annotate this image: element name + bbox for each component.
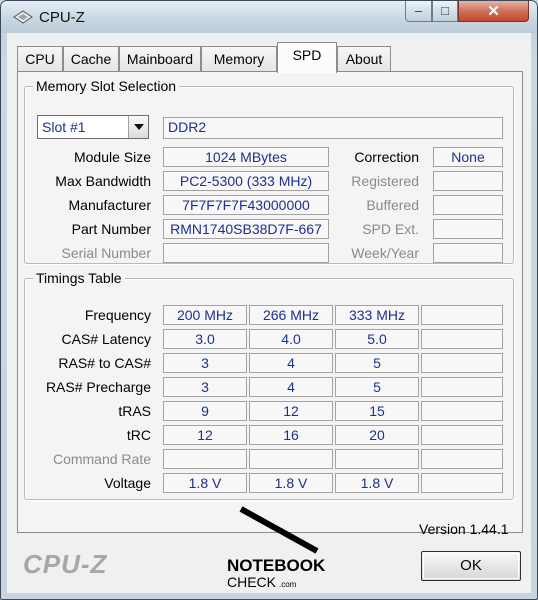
client-area: CPU Cache Mainboard Memory SPD About Mem… (7, 33, 531, 593)
notebookcheck-watermark: NOTEBOOK CHECK .com (227, 506, 326, 590)
timings-group-title: Timings Table (33, 270, 125, 286)
timing-cell (163, 449, 247, 469)
tab-memory[interactable]: Memory (201, 46, 277, 72)
minimize-icon: – (414, 3, 423, 18)
watermark-line2: CHECK (227, 574, 277, 590)
timing-cell: 5 (335, 377, 419, 397)
spd-ext-label: SPD Ext. (362, 221, 419, 237)
window-title: CPU-Z (39, 9, 85, 26)
watermark-suffix: .com (279, 580, 297, 589)
memory-slot-group-title: Memory Slot Selection (33, 78, 180, 94)
timing-cell (421, 425, 503, 445)
spd-ext-field (433, 219, 503, 239)
timing-cell: 200 MHz (163, 305, 247, 325)
timing-cell: 1.8 V (249, 473, 333, 493)
timing-row-label: Frequency (84, 307, 151, 323)
timing-row-label: RAS# to CAS# (58, 355, 151, 371)
manufacturer-field: 7F7F7F7F43000000 (163, 195, 329, 215)
timing-cell: 3 (163, 353, 247, 373)
ok-button[interactable]: OK (421, 551, 521, 581)
registered-field (433, 171, 503, 191)
tab-about[interactable]: About (337, 46, 391, 72)
serial-number-field (163, 243, 329, 263)
app-icon (13, 10, 33, 24)
part-number-label: Part Number (71, 221, 151, 237)
minimize-button[interactable]: – (405, 1, 432, 22)
timing-cell (421, 377, 503, 397)
memory-slot-group: Memory Slot Selection Slot #1 DDR2 Modul… (24, 78, 514, 264)
timing-cell: 9 (163, 401, 247, 421)
timing-cell (421, 353, 503, 373)
timing-cell (249, 449, 333, 469)
correction-field: None (433, 147, 503, 167)
timing-row-label: RAS# Precharge (45, 379, 151, 395)
timing-cell: 4 (249, 377, 333, 397)
timing-row-label: Voltage (104, 475, 151, 491)
timing-cell: 12 (163, 425, 247, 445)
tab-cpu[interactable]: CPU (17, 46, 63, 72)
module-size-field: 1024 MBytes (163, 147, 329, 167)
tab-mainboard[interactable]: Mainboard (119, 46, 201, 72)
part-number-field: RMN1740SB38D7F-667 (163, 219, 329, 239)
correction-label: Correction (354, 149, 419, 165)
timing-cell: 333 MHz (335, 305, 419, 325)
timing-cell (421, 401, 503, 421)
memory-type-field: DDR2 (163, 117, 503, 139)
module-size-label: Module Size (73, 149, 151, 165)
slot-select[interactable]: Slot #1 (37, 115, 149, 139)
close-icon: ✕ (487, 3, 500, 20)
window-controls: – □ ✕ (405, 1, 529, 23)
cpuz-window: CPU-Z – □ ✕ CPU Cache Mainboard Memory S… (0, 0, 538, 600)
timing-cell: 5 (335, 353, 419, 373)
week-year-label: Week/Year (351, 245, 419, 261)
timing-cell: 3 (163, 377, 247, 397)
max-bandwidth-label: Max Bandwidth (55, 173, 151, 189)
serial-number-label: Serial Number (61, 245, 151, 261)
manufacturer-label: Manufacturer (68, 197, 151, 213)
timings-group: Timings Table Frequency 200 MHz 266 MHz 333… (24, 270, 514, 500)
close-button[interactable]: ✕ (458, 1, 529, 22)
timing-cell (421, 449, 503, 469)
timing-cell: 20 (335, 425, 419, 445)
timing-cell (421, 305, 503, 325)
timing-cell: 4.0 (249, 329, 333, 349)
timing-cell (421, 329, 503, 349)
timing-cell: 16 (249, 425, 333, 445)
timing-cell: 4 (249, 353, 333, 373)
timing-cell: 3.0 (163, 329, 247, 349)
timing-cell (335, 449, 419, 469)
timing-cell: 15 (335, 401, 419, 421)
cpuz-brand-logo: CPU-Z (23, 549, 108, 579)
timing-cell: 1.8 V (163, 473, 247, 493)
timing-cell: 5.0 (335, 329, 419, 349)
timing-row-label: CAS# Latency (61, 331, 152, 347)
timing-row-label: tRC (126, 427, 151, 443)
title-bar[interactable]: CPU-Z – □ ✕ (1, 1, 537, 33)
buffered-field (433, 195, 503, 215)
week-year-field (433, 243, 503, 263)
timing-row-label: Command Rate (52, 451, 151, 467)
max-bandwidth-field: PC2-5300 (333 MHz) (163, 171, 329, 191)
timing-cell: 266 MHz (249, 305, 333, 325)
registered-label: Registered (351, 173, 419, 189)
tab-spd[interactable]: SPD (277, 42, 337, 73)
watermark-line1: NOTEBOOK (227, 556, 326, 575)
slot-select-value: Slot #1 (42, 119, 86, 135)
version-label: Version 1.44.1 (419, 521, 509, 537)
timing-row-label: tRAS (118, 403, 151, 419)
maximize-button[interactable]: □ (432, 1, 458, 22)
maximize-icon: □ (441, 3, 449, 18)
spd-tab-page: Memory Slot Selection Slot #1 DDR2 Modul… (17, 71, 523, 533)
timing-cell: 1.8 V (335, 473, 419, 493)
timing-cell (421, 473, 503, 493)
slot-select-dropdown-button[interactable] (128, 116, 148, 138)
tab-cache[interactable]: Cache (63, 46, 119, 72)
chevron-down-icon (134, 124, 144, 130)
buffered-label: Buffered (366, 197, 419, 213)
timing-cell: 12 (249, 401, 333, 421)
